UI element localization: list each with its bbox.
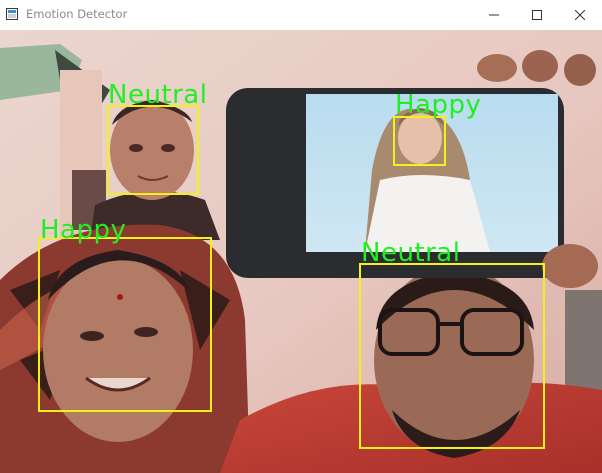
emotion-detector-window: Emotion Detector Neutral Happy Happy Neu… xyxy=(0,0,602,473)
opencv-window-icon xyxy=(6,8,18,20)
maximize-icon xyxy=(532,10,542,20)
close-icon xyxy=(575,10,585,20)
close-button[interactable] xyxy=(557,0,602,30)
webcam-feed: Neutral Happy Happy Neutral xyxy=(0,30,602,473)
face-box-3 xyxy=(38,237,212,412)
emotion-label-1: Neutral xyxy=(108,80,208,110)
title-bar[interactable]: Emotion Detector xyxy=(0,0,602,30)
face-box-1 xyxy=(107,105,199,195)
minimize-icon xyxy=(489,14,499,16)
minimize-button[interactable] xyxy=(471,0,517,30)
emotion-label-2: Happy xyxy=(395,90,482,120)
face-box-2 xyxy=(393,116,446,166)
face-box-4 xyxy=(359,263,545,449)
maximize-button[interactable] xyxy=(514,0,560,30)
emotion-label-4: Neutral xyxy=(361,238,461,268)
emotion-label-3: Happy xyxy=(40,215,127,245)
window-title: Emotion Detector xyxy=(26,7,128,21)
